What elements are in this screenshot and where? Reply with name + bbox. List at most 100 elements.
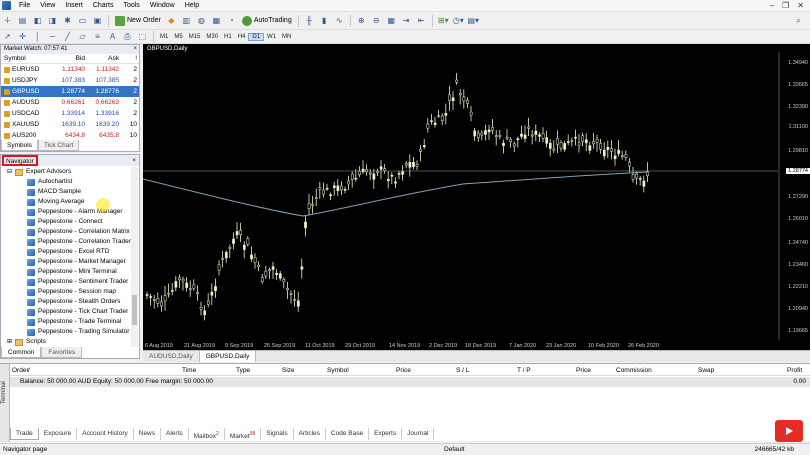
menu-view[interactable]: View bbox=[35, 2, 60, 9]
terminal-tab-articles[interactable]: Articles bbox=[294, 428, 326, 440]
autotrading-button[interactable]: AutoTrading bbox=[239, 15, 295, 26]
chart-window[interactable]: GBPUSD,Daily 1.34940 1.33665 1.32390 1.3110… bbox=[143, 44, 810, 350]
fibonacci-icon[interactable]: ≡ bbox=[92, 31, 103, 42]
timeframe-w1[interactable]: W1 bbox=[264, 34, 279, 40]
horizontal-line-icon[interactable]: ─ bbox=[47, 31, 58, 42]
periods-icon[interactable]: ◷▾ bbox=[453, 15, 464, 26]
navigator-ea-item[interactable]: Peppestone - Sentiment Trader bbox=[1, 277, 131, 287]
terminal-tab-experts[interactable]: Experts bbox=[369, 428, 403, 440]
column-ask[interactable]: Ask bbox=[85, 54, 119, 63]
timeframe-m15[interactable]: M15 bbox=[186, 34, 204, 40]
market-watch-row[interactable]: USDCAD 1.33914 1.33916 2 bbox=[1, 108, 139, 119]
restore-icon[interactable]: ❐ bbox=[782, 1, 789, 10]
tab-favorites[interactable]: Favorites bbox=[41, 347, 83, 358]
terminal-icon[interactable]: ▭ bbox=[77, 15, 88, 26]
terminal-column-header[interactable]: Time bbox=[182, 367, 196, 374]
timeframe-d1[interactable]: D1 bbox=[248, 32, 265, 41]
new-order-button[interactable]: New Order bbox=[112, 15, 164, 26]
terminal-column-header[interactable]: Profit bbox=[787, 367, 802, 374]
navigator-ea-item[interactable]: Peppestone - Mini Terminal bbox=[1, 267, 131, 277]
expand-icon[interactable]: ⊞ bbox=[7, 337, 12, 347]
metaeditor-icon[interactable]: ◆ bbox=[166, 15, 177, 26]
terminal-column-header[interactable]: Size bbox=[282, 367, 295, 374]
indicators-icon[interactable]: ⊞▾ bbox=[438, 15, 449, 26]
market-icon[interactable]: ▦ bbox=[211, 15, 222, 26]
terminal-column-header[interactable]: Symbol bbox=[327, 367, 349, 374]
terminal-tab-exposure[interactable]: Exposure bbox=[39, 428, 78, 440]
navigator-ea-item[interactable]: Peppestone - Correlation Matrix bbox=[1, 227, 131, 237]
terminal-tab-account-history[interactable]: Account History bbox=[77, 428, 134, 440]
tree-folder-expert-advisors[interactable]: ⊟ Expert Advisors bbox=[1, 167, 131, 177]
navigator-icon[interactable]: ✱ bbox=[62, 15, 73, 26]
market-watch-row[interactable]: AUDUSD 0.66261 0.66263 2 bbox=[1, 97, 139, 108]
navigator-ea-item[interactable]: Peppestone - Trading Simulator bbox=[1, 327, 131, 337]
navigator-ea-item[interactable]: Moving Average bbox=[1, 197, 131, 207]
timeframe-m1[interactable]: M1 bbox=[157, 34, 171, 40]
terminal-column-header[interactable]: Price bbox=[396, 367, 411, 374]
data-window-icon[interactable]: ◨ bbox=[47, 15, 58, 26]
scrollbar-thumb[interactable] bbox=[132, 295, 137, 325]
navigator-ea-item[interactable]: Peppestone - Connect bbox=[1, 217, 131, 227]
market-watch-row[interactable]: XAUUSD 1639.10 1639.20 10 bbox=[1, 119, 139, 130]
terminal-side-bar[interactable]: Terminal bbox=[0, 364, 10, 442]
globe-icon[interactable]: ◍ bbox=[196, 15, 207, 26]
tab-symbols[interactable]: Symbols bbox=[1, 140, 38, 151]
terminal-column-header[interactable]: Swap bbox=[698, 367, 714, 374]
navigator-ea-item[interactable]: Peppestone - Trade Terminal bbox=[1, 317, 131, 327]
tab-tick-chart[interactable]: Tick Chart bbox=[37, 140, 80, 151]
tree-folder-scripts[interactable]: ⊞ Scripts bbox=[1, 337, 131, 347]
timeframe-m30[interactable]: M30 bbox=[203, 34, 221, 40]
menu-help[interactable]: Help bbox=[180, 2, 204, 9]
terminal-tab-journal[interactable]: Journal bbox=[402, 428, 435, 440]
terminal-column-header[interactable]: Commission bbox=[616, 367, 652, 374]
zoom-in-icon[interactable]: ⊕ bbox=[356, 15, 367, 26]
close-icon[interactable]: × bbox=[133, 45, 137, 54]
cursor-icon[interactable]: ➚ bbox=[2, 31, 13, 42]
tab-gbpusd-daily[interactable]: GBPUSD,Daily bbox=[199, 351, 257, 362]
tab-common[interactable]: Common bbox=[1, 347, 42, 358]
market-watch-row[interactable]: EURUSD 1.11340 1.11342 2 bbox=[1, 64, 139, 75]
menu-file[interactable]: File bbox=[14, 2, 35, 9]
column-bid[interactable]: Bid bbox=[51, 54, 85, 63]
zoom-out-icon[interactable]: ⊖ bbox=[371, 15, 382, 26]
navigator-ea-item[interactable]: Peppestone - Session map bbox=[1, 287, 131, 297]
terminal-column-header[interactable]: S / L bbox=[456, 367, 469, 374]
navigator-ea-item[interactable]: Peppestone - Tick Chart Trader bbox=[1, 307, 131, 317]
channel-icon[interactable]: ▱ bbox=[77, 31, 88, 42]
profiles-icon[interactable]: ▤ bbox=[17, 15, 28, 26]
strategy-tester-icon[interactable]: ▣ bbox=[92, 15, 103, 26]
navigator-ea-item[interactable]: Peppestone - Market Manager bbox=[1, 257, 131, 267]
terminal-tab-code-base[interactable]: Code Base bbox=[326, 428, 370, 440]
timeframe-mn[interactable]: MN bbox=[279, 34, 294, 40]
navigator-ea-item[interactable]: Peppestone - Excel RTD bbox=[1, 247, 131, 257]
text-icon[interactable]: A bbox=[107, 31, 118, 42]
column-spread[interactable]: ! bbox=[119, 54, 139, 63]
arrows-icon[interactable]: ⬚ bbox=[137, 31, 148, 42]
menu-charts[interactable]: Charts bbox=[88, 2, 119, 9]
templates-icon[interactable]: ▤▾ bbox=[467, 15, 479, 26]
terminal-tab-mailbox[interactable]: Mailbox2 bbox=[189, 428, 225, 440]
menu-insert[interactable]: Insert bbox=[60, 2, 88, 9]
trendline-icon[interactable]: ╱ bbox=[62, 31, 73, 42]
toolbar-search-icon[interactable]: ⌕ bbox=[793, 15, 804, 26]
menu-tools[interactable]: Tools bbox=[118, 2, 144, 9]
label-icon[interactable]: ⎙ bbox=[122, 31, 133, 42]
terminal-column-header[interactable]: Order bbox=[12, 367, 29, 374]
market-watch-icon[interactable]: ◧ bbox=[32, 15, 43, 26]
terminal-column-header[interactable]: Price bbox=[576, 367, 591, 374]
autoscroll-icon[interactable]: ⇥ bbox=[401, 15, 412, 26]
terminal-column-header[interactable]: Type bbox=[236, 367, 250, 374]
bar-chart-icon[interactable]: ╫ bbox=[304, 15, 315, 26]
terminal-column-header[interactable]: T / P bbox=[517, 367, 531, 374]
navigator-ea-item[interactable]: Autochartist bbox=[1, 177, 131, 187]
column-symbol[interactable]: Symbol bbox=[1, 54, 51, 63]
terminal-tab-signals[interactable]: Signals bbox=[261, 428, 294, 440]
timeframe-m5[interactable]: M5 bbox=[171, 34, 185, 40]
collapse-icon[interactable]: ⊟ bbox=[7, 167, 12, 177]
navigator-ea-item[interactable]: Peppestone - Stealth Orders bbox=[1, 297, 131, 307]
minimize-icon[interactable]: – bbox=[770, 1, 774, 10]
market-watch-row[interactable]: GBPUSD 1.28774 1.28776 2 bbox=[1, 86, 139, 97]
price-chart[interactable] bbox=[143, 44, 810, 350]
vertical-line-icon[interactable]: │ bbox=[32, 31, 43, 42]
close-icon[interactable]: × bbox=[132, 155, 136, 166]
